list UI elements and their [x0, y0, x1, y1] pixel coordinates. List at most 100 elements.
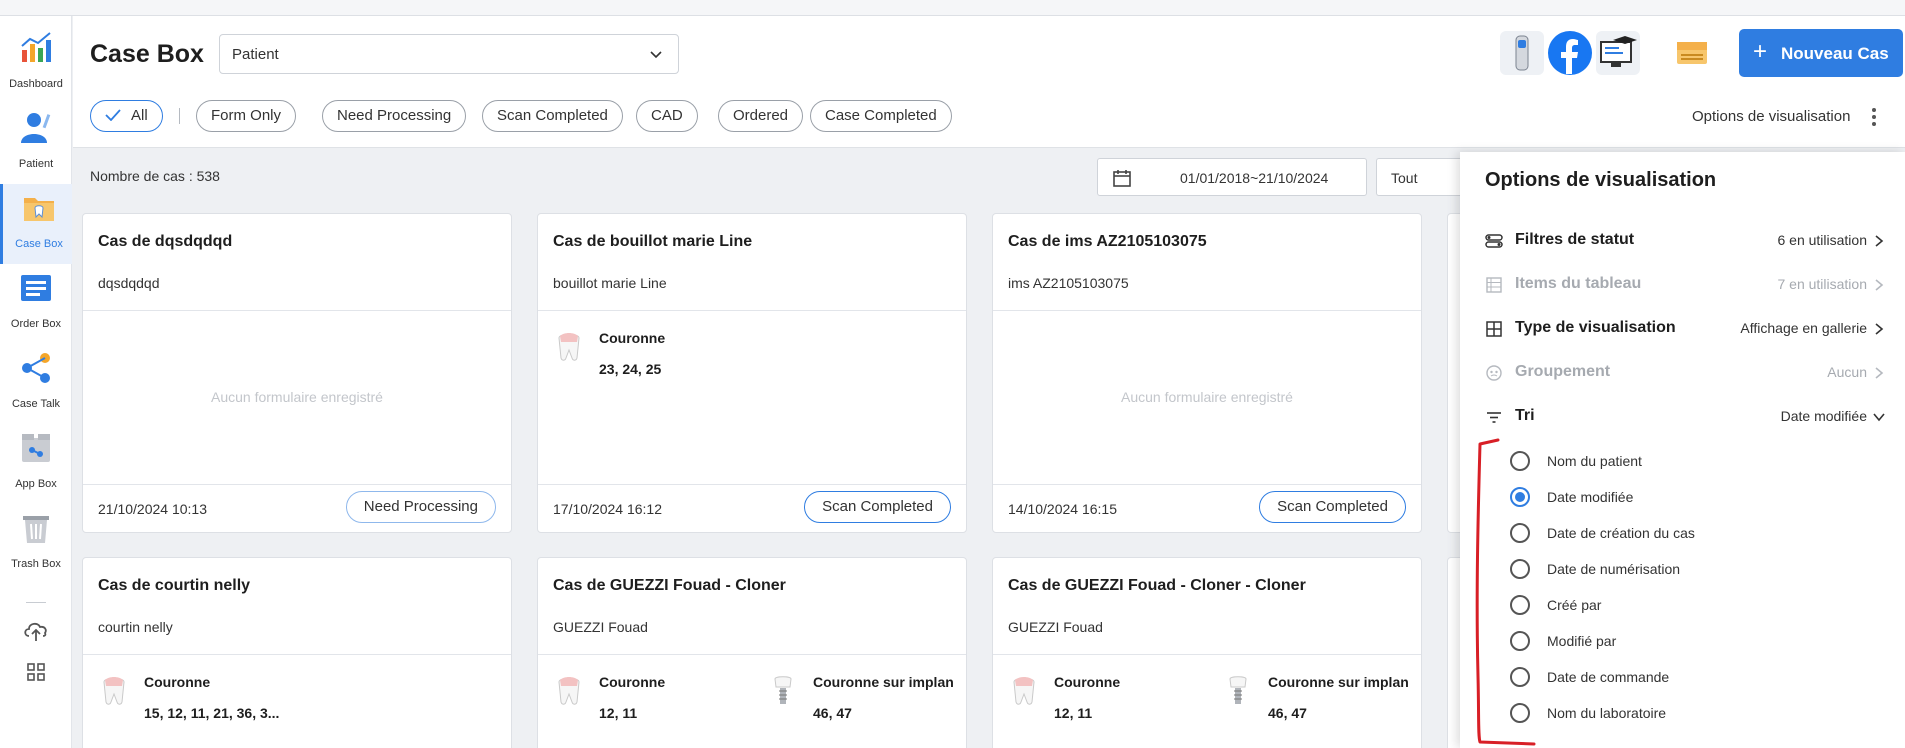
chip-need-processing[interactable]: Need Processing — [322, 100, 467, 132]
crown-tooth-icon — [558, 677, 580, 705]
radio-label: Date de numérisation — [1547, 561, 1681, 577]
case-card[interactable]: Cas de dqsdqdqd dqsdqdqd Aucun formulair… — [82, 213, 512, 533]
apps-grid-icon[interactable] — [22, 658, 50, 686]
chip-case-completed[interactable]: Case Completed — [810, 100, 952, 132]
option-grouping[interactable]: Groupement Aucun — [1485, 358, 1885, 388]
card-divider — [83, 654, 511, 655]
option-status-filters[interactable]: Filtres de statut 6 en utilisation — [1485, 226, 1885, 256]
sort-option-modified-by[interactable]: Modifié par — [1510, 628, 1840, 654]
sidebar-item-label: App Box — [15, 478, 57, 490]
crown-tooth-icon — [558, 333, 580, 361]
case-date: 17/10/2024 16:12 — [553, 501, 662, 517]
view-options-link[interactable]: Options de visualisation — [1692, 108, 1850, 125]
top-strip — [0, 0, 1905, 16]
case-card[interactable]: Cas de GUEZZI Fouad - Cloner - Cloner GU… — [992, 557, 1422, 748]
sort-option-case-creation-date[interactable]: Date de création du cas — [1510, 520, 1840, 546]
sidebar: Dashboard Patient Case Box Order Box Cas… — [0, 16, 72, 748]
case-folder-icon — [24, 198, 54, 221]
sidebar-item-trash-box[interactable]: Trash Box — [0, 504, 72, 584]
procedure-name: Couronne — [599, 330, 666, 346]
procedure-item: Couronne 15, 12, 11, 21, 36, 3... — [101, 674, 301, 734]
chevron-down-icon — [650, 51, 662, 59]
option-label: Type de visualisation — [1515, 319, 1676, 336]
option-view-type[interactable]: Type de visualisation Affichage en galle… — [1485, 314, 1885, 344]
kebab-menu-icon[interactable] — [1870, 106, 1878, 128]
radio-label: Nom du laboratoire — [1547, 705, 1667, 721]
sort-option-created-by[interactable]: Créé par — [1510, 592, 1840, 618]
education-monitor-icon[interactable] — [1595, 30, 1641, 76]
case-patient: GUEZZI Fouad — [553, 619, 648, 635]
sidebar-item-order-box[interactable]: Order Box — [0, 264, 72, 344]
sidebar-item-patient[interactable]: Patient — [0, 104, 72, 184]
sort-icon — [1487, 412, 1501, 423]
procedure-teeth: 12, 11 — [599, 705, 638, 721]
sort-option-scan-date[interactable]: Date de numérisation — [1510, 556, 1840, 582]
radio-label: Date de création du cas — [1547, 525, 1695, 541]
sidebar-item-label: Trash Box — [11, 558, 61, 570]
case-patient: bouillot marie Line — [553, 275, 667, 291]
scanner-device-icon[interactable] — [1499, 30, 1545, 76]
cloud-upload-icon[interactable] — [22, 616, 50, 644]
header: Case Box Patient + Nouveau Cas All Form … — [73, 16, 1905, 148]
case-card[interactable]: Cas de ims AZ2105103075 ims AZ2105103075… — [992, 213, 1422, 533]
case-patient: GUEZZI Fouad — [1008, 619, 1103, 635]
toggle-filter-icon — [1485, 234, 1503, 248]
case-card[interactable]: Cas de courtin nelly courtin nelly Couro… — [82, 557, 512, 748]
procedure-teeth: 46, 47 — [813, 705, 852, 721]
sidebar-item-case-talk[interactable]: Case Talk — [0, 344, 72, 424]
status-badge: Scan Completed — [804, 491, 951, 523]
dashboard-chart-icon — [21, 32, 51, 62]
sidebar-item-case-box[interactable]: Case Box — [0, 184, 72, 264]
filter-select[interactable]: Tout — [1376, 158, 1466, 196]
patient-select-value: Patient — [232, 46, 279, 63]
option-value: Affichage en gallerie — [1740, 320, 1867, 336]
grid-view-icon — [1486, 321, 1502, 337]
status-badge: Need Processing — [345, 491, 496, 523]
case-title: Cas de GUEZZI Fouad - Cloner - Cloner — [1008, 577, 1306, 594]
sort-option-lab-name[interactable]: Nom du laboratoire — [1510, 700, 1840, 726]
card-divider — [538, 654, 966, 655]
option-value: Date modifiée — [1780, 408, 1867, 424]
chip-label: Need Processing — [337, 107, 452, 124]
new-case-button[interactable]: + Nouveau Cas — [1739, 29, 1903, 77]
option-table-items[interactable]: Items du tableau 7 en utilisation — [1485, 270, 1885, 300]
filter-select-value: Tout — [1391, 170, 1418, 186]
chip-scan-completed[interactable]: Scan Completed — [482, 100, 623, 132]
sidebar-divider — [26, 602, 46, 603]
sort-option-date-modified[interactable]: Date modifiée — [1510, 484, 1840, 510]
chevron-right-icon — [1875, 323, 1884, 335]
case-card[interactable]: Cas de bouillot marie Line bouillot mari… — [537, 213, 967, 533]
sort-option-patient-name[interactable]: Nom du patient — [1510, 448, 1840, 474]
facebook-logo-icon[interactable] — [1547, 30, 1593, 76]
chip-form-only[interactable]: Form Only — [196, 100, 297, 132]
chip-label: All — [131, 107, 148, 124]
procedure-name: Couronne — [1054, 674, 1121, 690]
option-sort[interactable]: Tri Date modifiée — [1485, 402, 1885, 432]
sidebar-item-dashboard[interactable]: Dashboard — [0, 24, 72, 104]
patient-select[interactable]: Patient — [219, 34, 679, 74]
date-range-picker[interactable]: 01/01/2018~21/10/2024 — [1097, 158, 1367, 196]
chip-label: Scan Completed — [497, 107, 608, 124]
sort-option-order-date[interactable]: Date de commande — [1510, 664, 1840, 690]
sidebar-item-app-box[interactable]: App Box — [0, 424, 72, 504]
case-patient: courtin nelly — [98, 619, 173, 635]
option-label: Tri — [1515, 407, 1535, 424]
radio-label: Modifié par — [1547, 633, 1617, 649]
case-card[interactable]: Cas de GUEZZI Fouad - Cloner GUEZZI Foua… — [537, 557, 967, 748]
chip-ordered[interactable]: Ordered — [718, 100, 804, 132]
sidebar-item-label: Patient — [18, 158, 54, 170]
plus-icon: + — [1753, 38, 1768, 65]
radio-label: Créé par — [1547, 597, 1602, 613]
order-list-icon — [21, 275, 51, 301]
radio-label: Date modifiée — [1547, 489, 1634, 505]
case-date: 21/10/2024 10:13 — [98, 501, 207, 517]
chip-all[interactable]: All — [90, 100, 163, 132]
chip-cad[interactable]: CAD — [636, 100, 698, 132]
lab-box-icon[interactable] — [1669, 30, 1715, 76]
case-patient: ims AZ2105103075 — [1008, 275, 1129, 291]
case-title: Cas de ims AZ2105103075 — [1008, 233, 1207, 250]
card-divider — [993, 654, 1421, 655]
chevron-right-icon — [1875, 279, 1884, 291]
crown-tooth-icon — [1013, 677, 1035, 705]
procedure-item: Couronne 12, 11 — [1011, 674, 1211, 734]
